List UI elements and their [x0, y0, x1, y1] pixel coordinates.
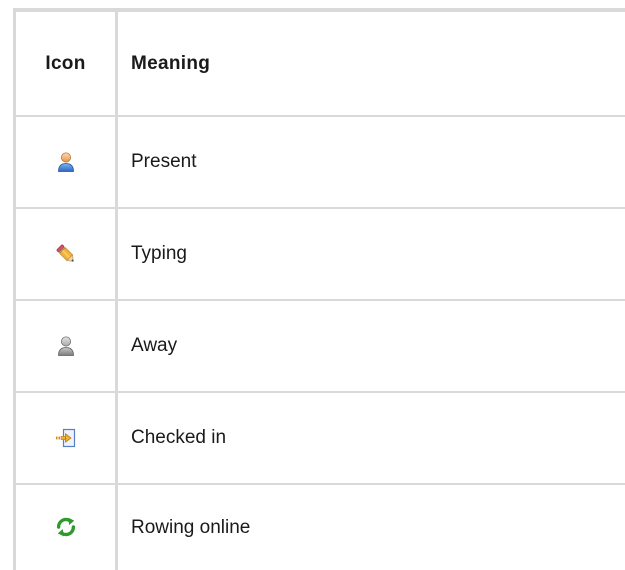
pencil-typing-icon — [55, 243, 77, 265]
meaning-column-header: Meaning — [117, 10, 625, 116]
checked-in-arrow-icon — [55, 427, 77, 449]
green-refresh-icon — [55, 516, 77, 538]
meaning-cell: Present — [117, 116, 625, 208]
meaning-cell: Typing — [117, 208, 625, 300]
icon-cell — [15, 392, 117, 484]
icon-cell — [15, 116, 117, 208]
table-row: Rowing online — [15, 484, 625, 570]
icon-cell — [15, 208, 117, 300]
meaning-cell: Rowing online — [117, 484, 625, 570]
table-row: Away — [15, 300, 625, 392]
table-row: Present — [15, 116, 625, 208]
meaning-cell: Checked in — [117, 392, 625, 484]
user-present-icon — [55, 151, 77, 173]
user-away-icon — [55, 335, 77, 357]
meaning-cell: Away — [117, 300, 625, 392]
table-header-row: Icon Meaning — [15, 10, 625, 116]
icon-cell — [15, 300, 117, 392]
table-row: Typing — [15, 208, 625, 300]
table-row: Checked in — [15, 392, 625, 484]
icon-column-header: Icon — [15, 10, 117, 116]
icon-cell — [15, 484, 117, 570]
status-icon-legend-table: Icon Meaning — [13, 8, 625, 570]
